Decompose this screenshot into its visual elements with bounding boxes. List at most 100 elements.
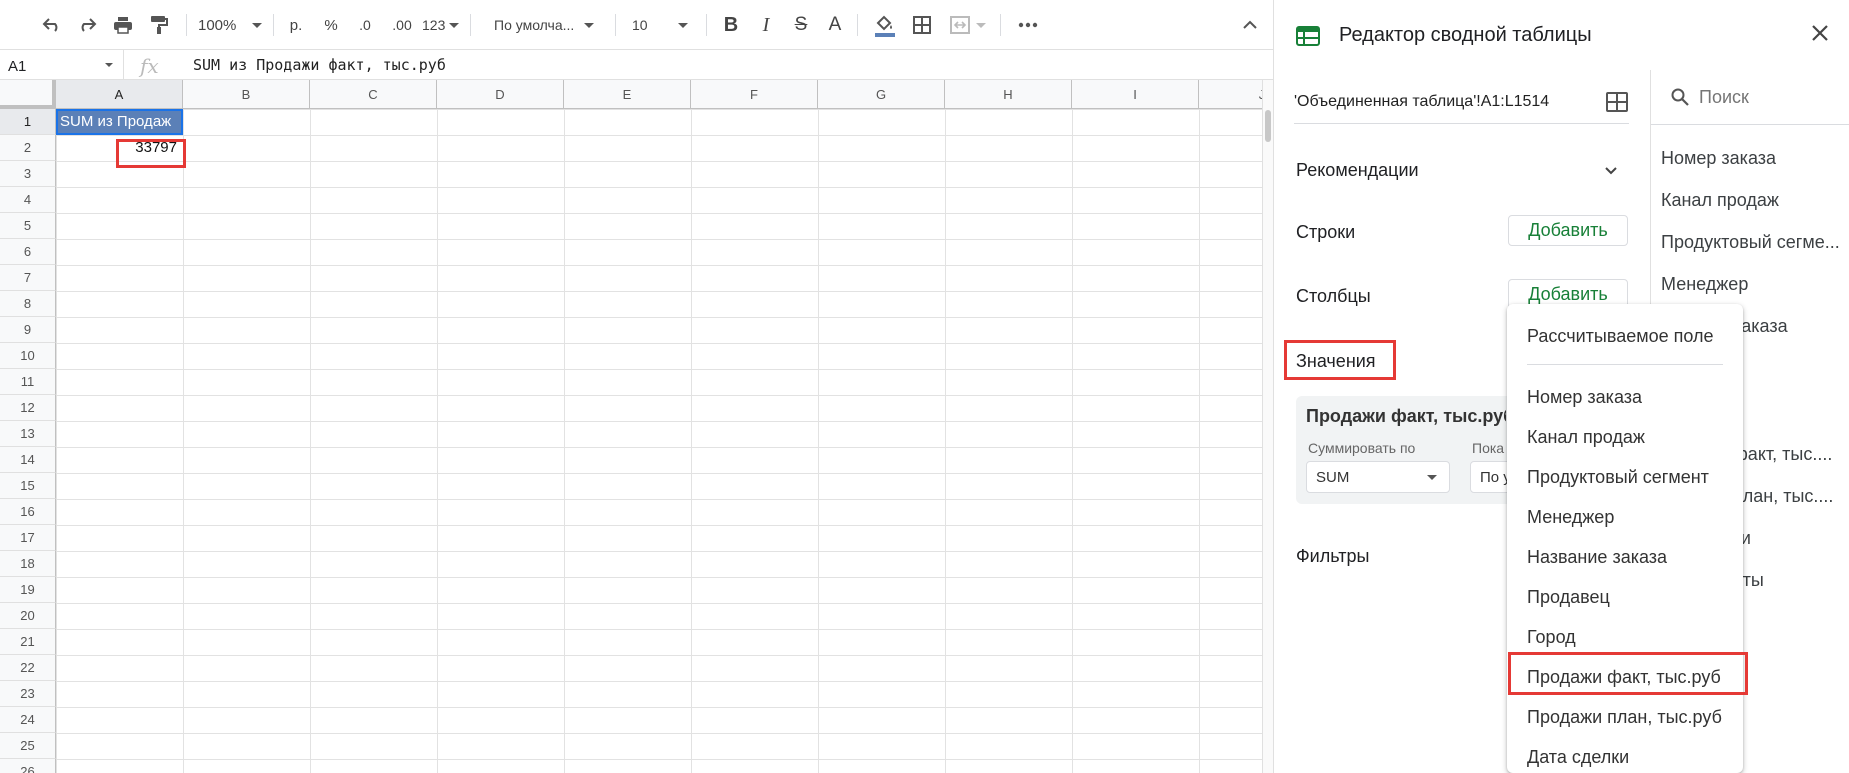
bold-button[interactable]: B [718,12,744,38]
field-list-item[interactable]: Номер заказа [1661,148,1776,169]
font-family-select[interactable]: По умолча... [494,12,606,38]
row-header[interactable]: 13 [0,421,56,447]
paint-format-icon[interactable] [145,12,173,38]
formula-input[interactable]: SUM из Продажи факт, тыс.руб [193,56,446,74]
column-header[interactable]: B [183,80,310,109]
row-header[interactable]: 7 [0,265,56,291]
row-header[interactable]: 18 [0,551,56,577]
menu-item[interactable]: Номер заказа [1507,377,1743,417]
row-header[interactable]: 8 [0,291,56,317]
more-options-icon[interactable] [1014,12,1042,38]
print-icon[interactable] [109,12,137,38]
chevron-down-icon [1427,475,1437,480]
cell-a1[interactable]: SUM из Продаж [56,109,183,135]
row-header[interactable]: 21 [0,629,56,655]
menu-item[interactable]: Город [1507,617,1743,657]
column-header[interactable]: J [1199,80,1262,109]
menu-item[interactable]: Менеджер [1507,497,1743,537]
field-list-item[interactable]: Продуктовый сегме... [1661,232,1840,253]
row-header[interactable]: 24 [0,707,56,733]
row-header[interactable]: 15 [0,473,56,499]
collapse-toolbar-icon[interactable] [1236,12,1264,38]
menu-item[interactable]: Продавец [1507,577,1743,617]
row-header[interactable]: 22 [0,655,56,681]
field-list-item[interactable]: факт, тыс.... [1733,444,1832,465]
text-color-button[interactable]: A [822,12,848,38]
decrease-decimal-button[interactable]: .0 [350,12,380,38]
row-header[interactable]: 12 [0,395,56,421]
recommendations-label[interactable]: Рекомендации [1296,160,1419,181]
row-header[interactable]: 9 [0,317,56,343]
percent-format-button[interactable]: % [318,12,344,38]
menu-item[interactable]: Продажи план, тыс.руб [1507,697,1743,737]
row-header[interactable]: 11 [0,369,56,395]
column-header[interactable]: C [310,80,437,109]
menu-item-calculated-field[interactable]: Рассчитываемое поле [1507,316,1743,356]
summarize-select[interactable]: SUM [1306,461,1450,493]
column-header[interactable]: E [564,80,691,109]
row-header[interactable]: 17 [0,525,56,551]
row-header[interactable]: 14 [0,447,56,473]
redo-icon[interactable] [73,12,101,38]
add-rows-button[interactable]: Добавить [1508,215,1628,246]
font-family-value: По умолча... [494,17,575,33]
select-all-corner[interactable] [0,80,56,109]
select-range-icon[interactable] [1606,92,1628,117]
field-list-item[interactable]: план, тыс.... [1733,486,1833,507]
menu-item[interactable]: Дата сделки [1507,737,1743,773]
column-header[interactable]: F [691,80,818,109]
close-icon[interactable] [1811,24,1829,47]
row-header[interactable]: 3 [0,161,56,187]
row-header[interactable]: 23 [0,681,56,707]
menu-item[interactable]: Продажи факт, тыс.руб [1507,657,1743,697]
more-formats-button[interactable]: 123 [422,12,464,38]
column-header[interactable]: I [1072,80,1199,109]
undo-icon[interactable] [38,12,66,38]
currency-format-button[interactable]: р. [283,12,309,38]
column-header[interactable]: G [818,80,945,109]
font-size-select[interactable]: 10 [632,12,698,38]
vertical-scrollbar[interactable] [1262,80,1273,773]
row-header[interactable]: 1 [0,109,56,135]
field-search-input[interactable] [1699,87,1839,108]
column-header[interactable]: D [437,80,564,109]
cell-a2[interactable]: 33797 [56,135,183,161]
row-header[interactable]: 10 [0,343,56,369]
data-range[interactable]: 'Объединенная таблица'!A1:L1514 [1294,93,1549,111]
increase-decimal-button[interactable]: .00 [385,12,419,38]
row-header[interactable]: 25 [0,733,56,759]
italic-button[interactable]: I [753,12,779,38]
row-header[interactable]: 16 [0,499,56,525]
row-header[interactable]: 26 [0,759,56,773]
value-field-title: Продажи факт, тыс.руб [1306,406,1506,426]
row-header[interactable]: 5 [0,213,56,239]
strikethrough-button[interactable]: S [788,12,814,38]
field-list-item[interactable]: Менеджер [1661,274,1748,295]
menu-item[interactable]: Продуктовый сегмент [1507,457,1743,497]
formula-bar: A1 fx SUM из Продажи факт, тыс.руб [0,50,1273,80]
fill-color-icon[interactable] [870,12,900,38]
chevron-down-icon [677,22,688,28]
zoom-select[interactable]: 100% [198,12,268,38]
borders-icon[interactable] [908,12,936,38]
row-header[interactable]: 20 [0,603,56,629]
decrease-decimal-label: .0 [359,17,371,33]
menu-item[interactable]: Канал продаж [1507,417,1743,457]
row-header[interactable]: 19 [0,577,56,603]
merge-cells-icon[interactable] [950,12,990,38]
text-color-label: A [828,14,842,35]
chevron-down-icon [252,22,263,28]
chevron-down-icon [584,22,595,28]
row-header[interactable]: 2 [0,135,56,161]
scrollbar-thumb[interactable] [1265,110,1271,142]
menu-item[interactable]: Название заказа [1507,537,1743,577]
field-list-item[interactable]: Канал продаж [1661,190,1779,211]
summarize-label: Суммировать по [1308,440,1416,456]
name-box[interactable]: A1 [0,50,124,80]
chevron-down-icon[interactable] [1604,163,1618,181]
row-header[interactable]: 6 [0,239,56,265]
row-header[interactable]: 4 [0,187,56,213]
column-header[interactable]: H [945,80,1072,109]
cell-area[interactable] [56,109,1262,773]
column-header[interactable]: A [56,80,183,109]
